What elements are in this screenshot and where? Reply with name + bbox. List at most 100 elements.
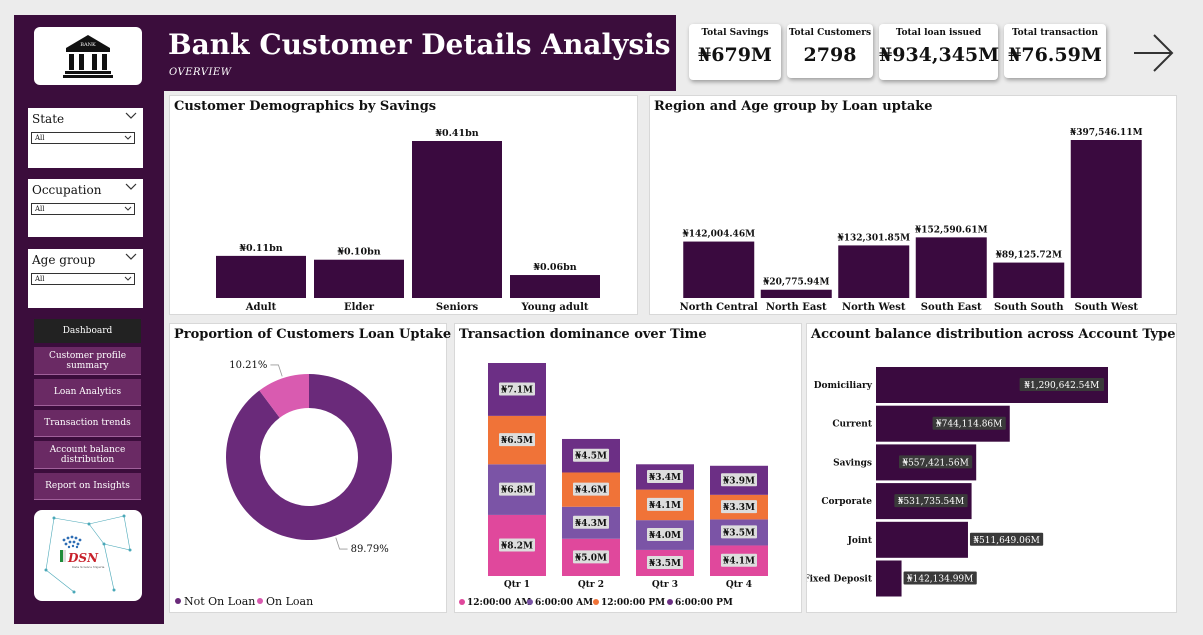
data-label: ₦4.0M <box>649 531 681 541</box>
chart-bar <box>510 275 600 298</box>
kpi-label: Total loan issued <box>895 28 982 38</box>
category-label: South West <box>1074 302 1138 313</box>
data-label: ₦6.5M <box>501 436 533 446</box>
chart-bar <box>314 259 404 298</box>
legend-label: Not On Loan <box>184 595 255 608</box>
data-label: ₦744,114.86M <box>936 420 1002 430</box>
data-label: 10.21% <box>229 360 267 371</box>
category-label: Qtr 4 <box>726 580 752 590</box>
bank-logo-card: BANK <box>34 27 142 85</box>
nav-account-balance-distribution[interactable]: Account balance distribution <box>34 441 141 469</box>
slicer-value: All <box>35 134 45 142</box>
data-label: ₦4.6M <box>575 486 607 496</box>
panel-account-balance: Account balance distribution across Acco… <box>806 323 1177 613</box>
category-label: Fixed Deposit <box>807 575 873 585</box>
panel-customer-demographics: Customer Demographics by Savings ₦0.11bn… <box>169 95 638 315</box>
nav-report-on-insights[interactable]: Report on Insights <box>34 473 141 500</box>
chevron-down-icon <box>124 135 132 140</box>
category-label: Current <box>832 420 872 430</box>
category-label: Adult <box>245 302 277 313</box>
loan-uptake-donut-chart: 89.79% 10.21% Not On Loan On Loan <box>175 360 392 608</box>
demographics-bar-chart: ₦0.11bn Adult ₦0.10bn Elder ₦0.41bn Seniors ₦0… <box>216 128 600 313</box>
data-label: ₦397,546.11M <box>1070 128 1143 138</box>
kpi-total-customers: Total Customers 2798 <box>787 24 873 78</box>
category-label: Seniors <box>436 302 479 313</box>
category-label: Joint <box>847 536 873 546</box>
legend-label: 12:00:00 PM <box>601 598 665 608</box>
leader-line <box>335 537 348 550</box>
chart-bar <box>216 255 306 298</box>
data-label: ₦0.06bn <box>533 262 576 273</box>
slicer-title: Occupation <box>32 183 102 197</box>
legend-marker <box>175 598 181 604</box>
category-label: North Central <box>680 302 758 313</box>
panel-loan-uptake-proportion: Proportion of Customers Loan Uptake 89.7… <box>169 323 451 613</box>
data-label: ₦0.11bn <box>239 243 282 254</box>
occupation-dropdown[interactable]: All <box>31 203 135 215</box>
occupation-slicer[interactable]: Occupation All <box>28 179 143 237</box>
legend-marker <box>667 599 673 605</box>
dsn-logo: DSN Data Science Nigeria <box>44 514 132 594</box>
leader-line <box>270 364 283 377</box>
state-slicer[interactable]: State All <box>28 108 143 168</box>
nav-dashboard[interactable]: Dashboard <box>34 319 141 343</box>
chevron-down-icon[interactable] <box>125 111 137 121</box>
legend-label: 12:00:00 AM <box>467 598 531 608</box>
chevron-down-icon[interactable] <box>125 252 137 262</box>
data-label: ₦4.3M <box>575 519 607 529</box>
data-label: ₦3.5M <box>723 528 755 538</box>
category-label: North West <box>842 302 906 313</box>
legend-marker <box>593 599 599 605</box>
data-label: ₦3.3M <box>723 503 755 513</box>
state-dropdown[interactable]: All <box>31 132 135 144</box>
kpi-label: Total Savings <box>701 28 769 38</box>
data-label: ₦132,301.85M <box>837 233 910 243</box>
page-title: Bank Customer Details Analysis <box>168 28 671 61</box>
age-group-dropdown[interactable]: All <box>31 273 135 285</box>
kpi-value: ₦679M <box>698 44 772 66</box>
data-label: ₦8.2M <box>501 541 533 551</box>
slicer-value: All <box>35 205 45 213</box>
category-label: Savings <box>833 458 872 468</box>
kpi-total-loan-issued: Total loan issued ₦934,345M <box>879 24 999 80</box>
data-label: ₦142,134.99M <box>907 575 973 585</box>
chart-bar <box>412 141 502 298</box>
bank-sign-text: BANK <box>80 42 96 48</box>
category-label: Qtr 1 <box>504 580 530 590</box>
chart-bar <box>683 241 755 298</box>
kpi-value: 2798 <box>803 44 857 66</box>
category-label: South South <box>994 302 1064 313</box>
legend-marker <box>459 599 465 605</box>
data-label: ₦0.10bn <box>337 247 380 258</box>
data-label: ₦89,125.72M <box>996 251 1062 261</box>
legend-label: 6:00:00 PM <box>675 598 733 608</box>
chevron-down-icon[interactable] <box>125 182 137 192</box>
data-label: ₦531,735.54M <box>898 497 964 507</box>
arrow-right-icon[interactable] <box>1130 30 1176 76</box>
nav-loan-analytics[interactable]: Loan Analytics <box>34 379 141 406</box>
nav-customer-profile-summary[interactable]: Customer profile summary <box>34 347 141 375</box>
kpi-label: Total Customers <box>788 28 872 38</box>
category-label: North East <box>766 302 827 313</box>
chart-bar <box>915 237 987 298</box>
data-label: ₦511,649.06M <box>973 536 1039 546</box>
chart-bar <box>993 262 1065 298</box>
slicer-title: State <box>32 112 65 126</box>
chart-bar <box>838 245 910 298</box>
data-label: 89.79% <box>351 544 389 555</box>
dsn-logo-text: DSN <box>67 551 99 565</box>
data-label: ₦3.5M <box>649 559 681 569</box>
category-label: Domiciliary <box>814 381 873 391</box>
nav-transaction-trends[interactable]: Transaction trends <box>34 410 141 437</box>
kpi-total-transaction: Total transaction ₦76.59M <box>1004 24 1106 78</box>
legend-label: On Loan <box>266 595 313 608</box>
kpi-value: ₦76.59M <box>1008 44 1102 66</box>
category-label: Young adult <box>520 302 588 313</box>
data-label: ₦20,775.94M <box>763 278 829 288</box>
account-balance-bar-chart: Domiciliary ₦1,290,642.54M Current ₦744,114… <box>807 367 1108 597</box>
data-label: ₦4.1M <box>723 557 755 567</box>
category-label: Elder <box>344 302 375 313</box>
region-bar-chart: ₦142,004.46M North Central ₦20,775.94M Nort… <box>680 128 1143 313</box>
category-label: Qtr 2 <box>578 580 604 590</box>
age-group-slicer[interactable]: Age group All <box>28 249 143 308</box>
